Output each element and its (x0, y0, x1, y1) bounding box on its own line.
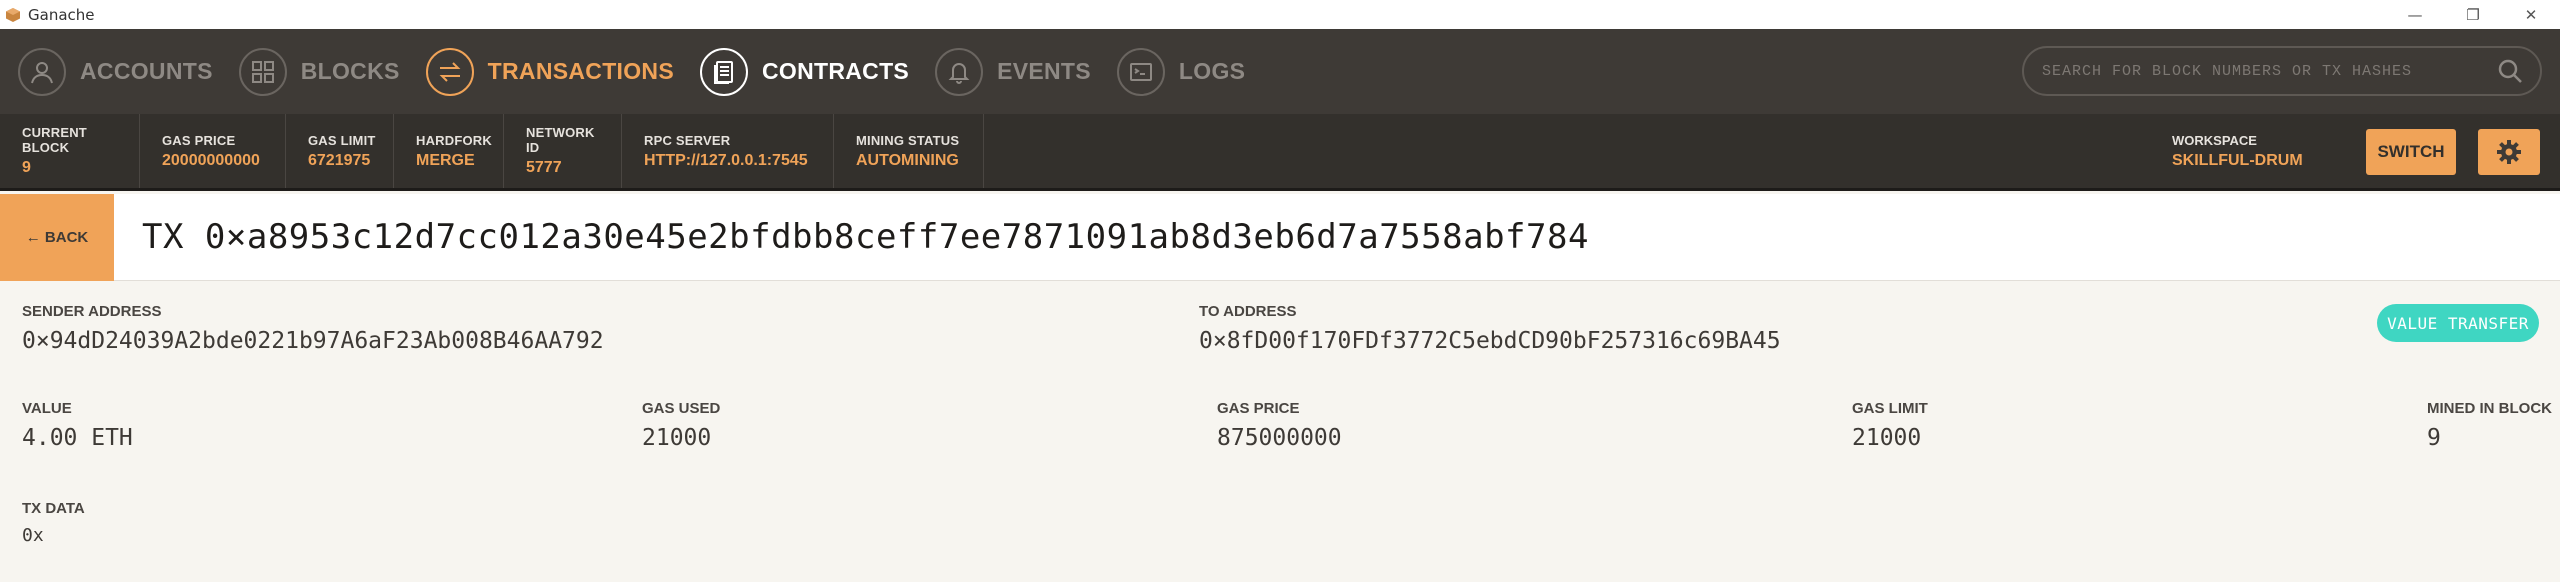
window-title: Ganache (28, 5, 95, 24)
title-bar: Ganache — ❐ ✕ (0, 0, 2560, 29)
value-transfer-badge: VALUE TRANSFER (2377, 304, 2539, 342)
gas-price-label: GAS PRICE (162, 132, 236, 148)
stat-mining-status: MINING STATUS AUTOMINING (834, 114, 984, 188)
nav-events[interactable]: EVENTS (935, 29, 1091, 114)
mining-status-value: AUTOMINING (856, 151, 959, 169)
workspace-info: WORKSPACE SKILLFUL-DRUM (2172, 114, 2303, 188)
status-bar: CURRENT BLOCK 9 GAS PRICE 20000000000 GA… (0, 114, 2560, 191)
rpc-server-value: HTTP://127.0.0.1:7545 (644, 151, 808, 169)
nav-logs[interactable]: LOGS (1116, 29, 1246, 114)
nav-transactions-label: TRANSACTIONS (487, 58, 674, 84)
network-id-label: NETWORK ID (526, 125, 595, 155)
account-icon (18, 47, 66, 96)
current-block-value: 9 (22, 159, 31, 176)
tx-data-value: 0x (22, 525, 44, 546)
search-icon[interactable] (2496, 57, 2524, 85)
settings-button[interactable] (2478, 129, 2540, 175)
stat-network-id: NETWORK ID 5777 (504, 114, 622, 188)
ganache-logo-icon (6, 7, 20, 22)
back-button[interactable]: ← BACK (0, 193, 114, 281)
switch-button[interactable]: SWITCH (2366, 129, 2456, 175)
nav-transactions[interactable]: TRANSACTIONS (425, 29, 674, 114)
value-label: VALUE (22, 400, 72, 417)
close-button[interactable]: ✕ (2502, 0, 2560, 29)
nav-blocks-label: BLOCKS (300, 58, 400, 84)
nav-accounts-label: ACCOUNTS (80, 58, 213, 84)
tx-data-label: TX DATA (22, 500, 85, 517)
stat-hardfork: HARDFORK MERGE (394, 114, 504, 188)
gas-used-field: GAS USED 21000 (642, 400, 720, 451)
value-amount: 4.00 ETH (22, 425, 133, 451)
gas-used-value: 21000 (642, 425, 712, 451)
tx-gas-price-label: GAS PRICE (1217, 400, 1300, 417)
sender-address-value: 0×94dD24039A2bde0221b97A6aF23Ab008B46AA7… (22, 328, 604, 354)
nav-contracts[interactable]: CONTRACTS (699, 29, 910, 114)
tx-gas-price-value: 875000000 (1217, 425, 1342, 451)
nav-contracts-label: CONTRACTS (761, 58, 910, 84)
tx-gas-limit-field: GAS LIMIT 21000 (1852, 400, 1928, 451)
minimize-button[interactable]: — (2386, 0, 2444, 29)
search-box (2022, 46, 2542, 96)
hardfork-label: HARDFORK (416, 132, 492, 148)
mined-in-block-label: MINED IN BLOCK (2427, 400, 2552, 417)
nav-events-label: EVENTS (997, 58, 1091, 84)
sender-address-field: SENDER ADDRESS 0×94dD24039A2bde0221b97A6… (22, 303, 604, 354)
tx-gas-limit-label: GAS LIMIT (1852, 400, 1928, 417)
nav-accounts[interactable]: ACCOUNTS (18, 29, 213, 114)
bell-icon (935, 47, 984, 96)
sender-address-label: SENDER ADDRESS (22, 303, 162, 320)
terminal-icon (1116, 47, 1165, 96)
nav-blocks[interactable]: BLOCKS (238, 29, 400, 114)
stat-gas-price: GAS PRICE 20000000000 (140, 114, 286, 188)
restore-button[interactable]: ❐ (2444, 0, 2502, 29)
workspace-value: SKILLFUL-DRUM (2172, 151, 2303, 169)
hardfork-value: MERGE (416, 151, 475, 169)
value-field: VALUE 4.00 ETH (22, 400, 133, 451)
mined-in-block-field: MINED IN BLOCK 9 (2427, 400, 2552, 451)
rpc-server-label: RPC SERVER (644, 132, 731, 148)
gear-icon (2497, 140, 2521, 164)
contracts-icon (699, 47, 748, 96)
search-input[interactable] (2042, 62, 2496, 80)
tx-gas-price-field: GAS PRICE 875000000 (1217, 400, 1342, 451)
to-address-label: TO ADDRESS (1199, 303, 1297, 320)
current-block-label: CURRENT BLOCK (22, 125, 87, 155)
main-nav: ACCOUNTS BLOCKS TRANSACTIONS CONTRACTS E… (0, 29, 2560, 114)
workspace-label: WORKSPACE (2172, 132, 2257, 148)
gas-used-label: GAS USED (642, 400, 721, 417)
tx-gas-limit-value: 21000 (1852, 425, 1922, 451)
to-address-field: TO ADDRESS 0×8fD00f170FDf3772C5ebdCD90bF… (1199, 303, 1781, 354)
network-id-value: 5777 (526, 159, 562, 176)
gas-price-value: 20000000000 (162, 151, 260, 169)
tx-hash-title: TX 0×a8953c12d7cc012a30e45e2bfdbb8ceff7e… (142, 217, 1589, 257)
tx-data-field: TX DATA 0x (22, 500, 85, 546)
blocks-icon (238, 47, 287, 96)
gas-limit-value: 6721975 (308, 151, 371, 169)
mining-status-label: MINING STATUS (856, 132, 960, 148)
stat-gas-limit: GAS LIMIT 6721975 (286, 114, 394, 188)
tx-header: ← BACK TX 0×a8953c12d7cc012a30e45e2bfdbb… (0, 193, 2560, 281)
nav-logs-label: LOGS (1178, 58, 1246, 84)
transactions-icon (425, 47, 474, 96)
to-address-value: 0×8fD00f170FDf3772C5ebdCD90bF257316c69BA… (1199, 328, 1781, 354)
gas-limit-label: GAS LIMIT (308, 132, 376, 148)
stat-current-block: CURRENT BLOCK 9 (0, 114, 140, 188)
mined-in-block-value: 9 (2427, 425, 2441, 451)
stat-rpc-server: RPC SERVER HTTP://127.0.0.1:7545 (622, 114, 834, 188)
